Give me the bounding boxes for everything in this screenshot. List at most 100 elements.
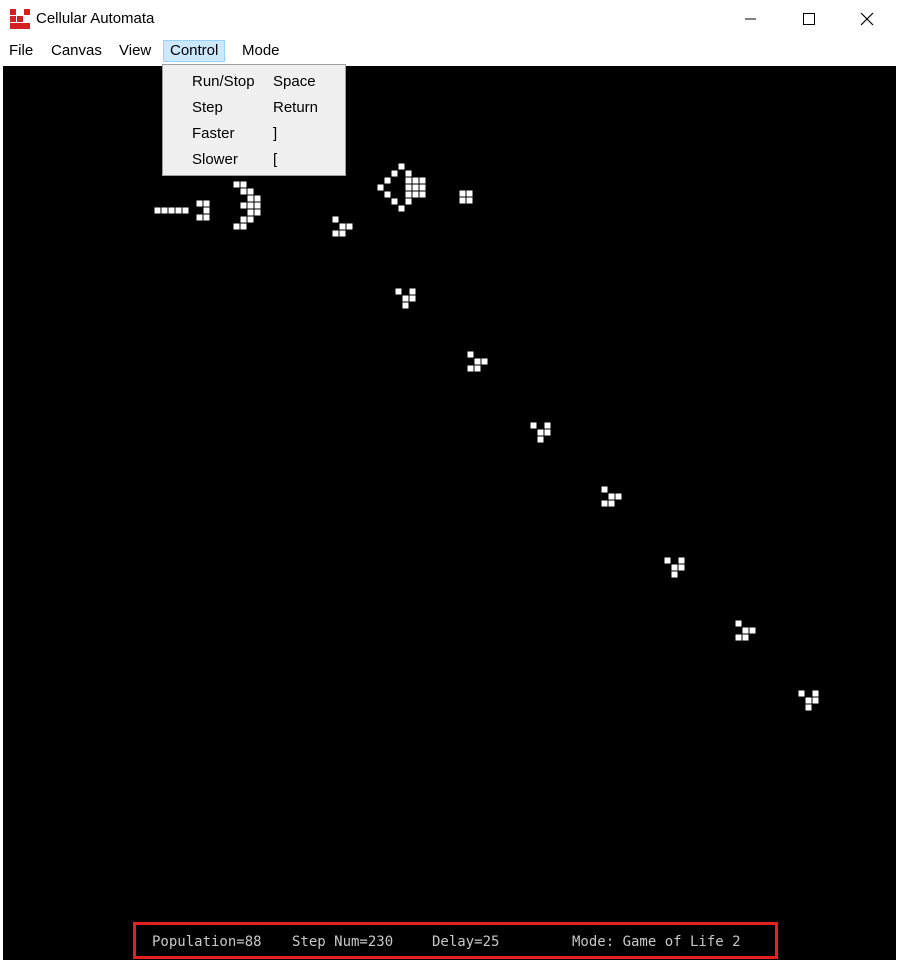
automaton-canvas[interactable]: [3, 66, 896, 960]
menu-file[interactable]: File: [3, 40, 39, 62]
live-cell: [203, 214, 210, 221]
live-cell: [742, 634, 749, 641]
live-cell: [405, 198, 412, 205]
status-step-num: Step Num=230: [292, 934, 394, 950]
menu-item-run-stop[interactable]: Run/Stop Space: [163, 68, 345, 94]
live-cell: [537, 429, 544, 436]
live-cell: [608, 500, 615, 507]
live-cell: [332, 230, 339, 237]
live-cell: [196, 200, 203, 207]
live-cell: [339, 223, 346, 230]
live-cell: [154, 207, 161, 214]
live-cell: [175, 207, 182, 214]
menu-control[interactable]: Control: [163, 40, 226, 62]
live-cell: [409, 295, 416, 302]
live-cell: [678, 564, 685, 571]
menu-mode[interactable]: Mode: [236, 40, 286, 62]
live-cell: [254, 195, 261, 202]
live-cell: [467, 351, 474, 358]
live-cell: [203, 207, 210, 214]
status-population: Population=88: [152, 934, 262, 950]
live-cell: [601, 486, 608, 493]
live-cell: [240, 216, 247, 223]
menu-item-label: Step: [192, 99, 223, 116]
live-cell: [459, 190, 466, 197]
cell-grid: [154, 163, 819, 711]
live-cell: [459, 197, 466, 204]
live-cell: [254, 209, 261, 216]
live-cell: [233, 181, 240, 188]
live-cell: [412, 184, 419, 191]
menu-bar: File Canvas View Control Mode: [0, 38, 897, 64]
live-cell: [240, 223, 247, 230]
maximize-icon: [803, 13, 815, 25]
live-cell: [671, 564, 678, 571]
live-cell: [240, 181, 247, 188]
live-cell: [419, 177, 426, 184]
live-cell: [798, 690, 805, 697]
menu-item-label: Faster: [192, 125, 235, 142]
live-cell: [398, 205, 405, 212]
live-cell: [405, 184, 412, 191]
live-cell: [467, 365, 474, 372]
live-cell: [805, 697, 812, 704]
live-cell: [805, 704, 812, 711]
live-cell: [474, 358, 481, 365]
menu-canvas[interactable]: Canvas: [45, 40, 108, 62]
menu-item-slower[interactable]: Slower [: [163, 146, 345, 172]
live-cell: [395, 288, 402, 295]
live-cell: [544, 429, 551, 436]
menu-item-shortcut: ]: [273, 125, 278, 142]
live-cell: [391, 170, 398, 177]
live-cell: [402, 295, 409, 302]
minimize-button[interactable]: [722, 0, 780, 38]
live-cell: [247, 216, 254, 223]
title-bar: Cellular Automata: [0, 0, 897, 38]
live-cell: [601, 500, 608, 507]
menu-item-shortcut: [: [273, 151, 278, 168]
live-cell: [247, 188, 254, 195]
menu-item-step[interactable]: Step Return: [163, 94, 345, 120]
live-cell: [466, 190, 473, 197]
close-button[interactable]: [838, 0, 896, 38]
live-cell: [391, 198, 398, 205]
menu-view[interactable]: View: [113, 40, 157, 62]
live-cell: [240, 202, 247, 209]
app-logo-icon: [10, 9, 30, 29]
minimize-icon: [745, 18, 756, 20]
live-cell: [466, 197, 473, 204]
close-icon: [860, 12, 874, 26]
menu-item-label: Run/Stop: [192, 73, 255, 90]
live-cell: [233, 223, 240, 230]
live-cell: [247, 209, 254, 216]
live-cell: [735, 620, 742, 627]
live-cell: [481, 358, 488, 365]
status-mode: Mode: Game of Life 2: [572, 934, 741, 950]
live-cell: [608, 493, 615, 500]
live-cell: [419, 184, 426, 191]
live-cell: [247, 202, 254, 209]
live-cell: [203, 200, 210, 207]
live-cell: [182, 207, 189, 214]
live-cell: [615, 493, 622, 500]
live-cell: [161, 207, 168, 214]
menu-item-label: Slower: [192, 151, 238, 168]
maximize-button[interactable]: [780, 0, 838, 38]
live-cell: [671, 571, 678, 578]
menu-item-faster[interactable]: Faster ]: [163, 120, 345, 146]
live-cell: [398, 163, 405, 170]
live-cell: [377, 184, 384, 191]
live-cell: [240, 188, 247, 195]
live-cell: [812, 697, 819, 704]
live-cell: [405, 170, 412, 177]
menu-item-shortcut: Return: [273, 99, 319, 116]
app-window: Cellular Automata File Canvas View Contr…: [0, 0, 897, 960]
live-cell: [339, 230, 346, 237]
live-cell: [384, 177, 391, 184]
status-delay: Delay=25: [432, 934, 500, 950]
live-cell: [196, 214, 203, 221]
live-cell: [537, 436, 544, 443]
live-cell: [346, 223, 353, 230]
live-cell: [530, 422, 537, 429]
live-cell: [409, 288, 416, 295]
